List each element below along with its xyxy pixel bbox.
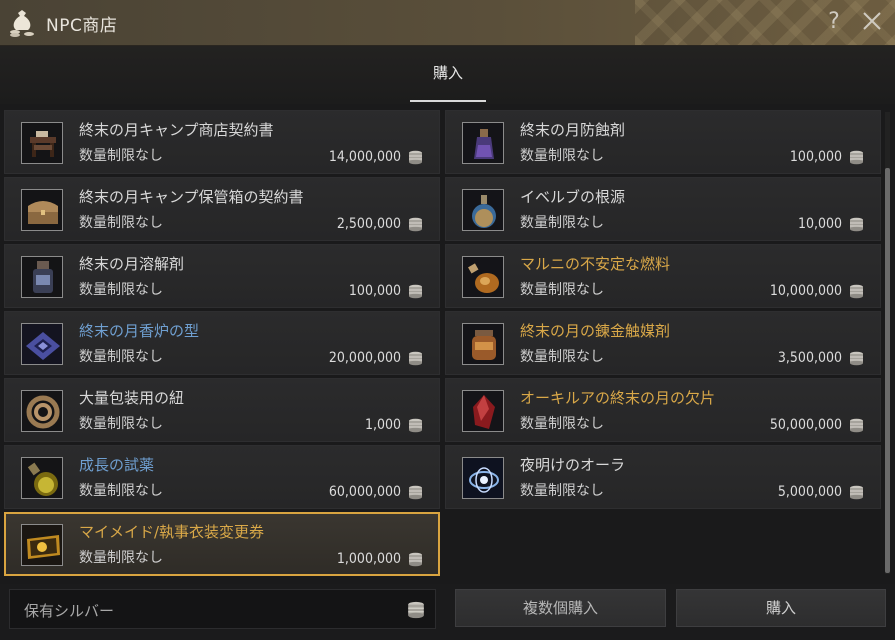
- mold-icon: [21, 323, 63, 365]
- item-price: 50,000,000: [769, 417, 842, 433]
- shop-item[interactable]: 終末の月防蝕剤 数量制限なし 100,000: [445, 110, 881, 174]
- silver-coin-icon: [409, 552, 422, 567]
- catalyst-jar-icon: [462, 323, 504, 365]
- tab-active-indicator: [410, 100, 486, 102]
- item-name: 終末の月香炉の型: [79, 322, 200, 340]
- shop-item[interactable]: 成長の試薬 数量制限なし 60,000,000: [4, 445, 440, 509]
- item-limit: 数量制限なし: [79, 483, 163, 499]
- silver-coin-icon: [850, 217, 863, 232]
- item-name: マルニの不安定な燃料: [520, 255, 671, 273]
- item-name: 終末の月キャンプ保管箱の契約書: [79, 188, 304, 206]
- item-name: 終末の月防蝕剤: [520, 121, 626, 139]
- silver-coin-icon: [409, 351, 422, 366]
- tab-purchase[interactable]: 購入: [410, 62, 486, 102]
- potion-bottle-icon: [462, 122, 504, 164]
- shop-item[interactable]: 夜明けのオーラ 数量制限なし 5,000,000: [445, 445, 881, 509]
- silver-coin-icon: [409, 418, 422, 433]
- silver-coin-icon: [850, 150, 863, 165]
- shop-item-selected[interactable]: マイメイド/執事衣装変更券 数量制限なし 1,000,000: [4, 512, 440, 576]
- item-name: マイメイド/執事衣装変更券: [79, 523, 265, 541]
- title-bar: NPC商店 ?: [0, 0, 895, 46]
- fuel-flask-icon: [462, 256, 504, 298]
- item-price: 5,000,000: [777, 484, 842, 500]
- storage-chest-icon: [21, 189, 63, 231]
- shop-item[interactable]: イベルブの根源 数量制限なし 10,000: [445, 177, 881, 241]
- item-price: 20,000,000: [328, 350, 401, 366]
- silver-coin-icon: [409, 150, 422, 165]
- item-price: 10,000: [797, 216, 842, 232]
- silver-coin-icon: [408, 601, 424, 619]
- item-limit: 数量制限なし: [520, 416, 604, 432]
- item-name: 大量包装用の紐: [79, 389, 185, 407]
- silver-balance-box: 保有シルバー: [9, 589, 436, 629]
- shop-item[interactable]: 終末の月の錬金触媒剤 数量制限なし 3,500,000: [445, 311, 881, 375]
- item-name: オーキルアの終末の月の欠片: [520, 389, 716, 407]
- buy-button[interactable]: 購入: [676, 589, 886, 627]
- title-bar-decoration: [635, 0, 895, 45]
- window-title: NPC商店: [46, 16, 118, 36]
- shop-item[interactable]: 終末の月キャンプ商店契約書 数量制限なし 14,000,000: [4, 110, 440, 174]
- ticket-icon: [21, 524, 63, 566]
- item-name: 終末の月溶解剤: [79, 255, 185, 273]
- red-crystal-icon: [462, 390, 504, 432]
- item-price: 2,500,000: [336, 216, 401, 232]
- item-limit: 数量制限なし: [79, 148, 163, 164]
- close-icon[interactable]: [860, 8, 884, 34]
- item-price: 10,000,000: [769, 283, 842, 299]
- silver-coin-icon: [409, 284, 422, 299]
- item-name: 成長の試薬: [79, 456, 155, 474]
- item-price: 14,000,000: [328, 149, 401, 165]
- item-price: 3,500,000: [777, 350, 842, 366]
- scrollbar-track[interactable]: [885, 112, 890, 574]
- item-price: 100,000: [789, 149, 842, 165]
- desk-icon: [21, 122, 63, 164]
- item-list: 終末の月キャンプ商店契約書 数量制限なし 14,000,000 終末の月防蝕剤 …: [0, 106, 895, 584]
- shop-item[interactable]: マルニの不安定な燃料 数量制限なし 10,000,000: [445, 244, 881, 308]
- item-limit: 数量制限なし: [79, 215, 163, 231]
- jar-icon: [21, 256, 63, 298]
- shop-item[interactable]: 終末の月溶解剤 数量制限なし 100,000: [4, 244, 440, 308]
- item-limit: 数量制限なし: [79, 349, 163, 365]
- silver-coin-icon: [850, 485, 863, 500]
- silver-coin-icon: [409, 217, 422, 232]
- silver-coin-icon: [409, 485, 422, 500]
- multi-buy-button[interactable]: 複数個購入: [455, 589, 666, 627]
- footer: 保有シルバー 複数個購入 購入: [0, 584, 895, 640]
- item-name: イベルブの根源: [520, 188, 626, 206]
- scrollbar-thumb[interactable]: [885, 168, 890, 573]
- item-limit: 数量制限なし: [520, 215, 604, 231]
- reagent-flask-icon: [21, 457, 63, 499]
- shop-item[interactable]: 大量包装用の紐 数量制限なし 1,000: [4, 378, 440, 442]
- rope-icon: [21, 390, 63, 432]
- item-price: 60,000,000: [328, 484, 401, 500]
- shop-item[interactable]: 終末の月香炉の型 数量制限なし 20,000,000: [4, 311, 440, 375]
- aura-icon: [462, 457, 504, 499]
- help-button[interactable]: ?: [824, 9, 844, 34]
- item-limit: 数量制限なし: [520, 282, 604, 298]
- silver-coin-icon: [850, 418, 863, 433]
- item-name: 終末の月の錬金触媒剤: [520, 322, 671, 340]
- silver-label: 保有シルバー: [24, 602, 115, 620]
- item-name: 終末の月キャンプ商店契約書: [79, 121, 274, 139]
- item-price: 1,000,000: [336, 551, 401, 567]
- shop-item[interactable]: オーキルアの終末の月の欠片 数量制限なし 50,000,000: [445, 378, 881, 442]
- item-limit: 数量制限なし: [79, 416, 163, 432]
- silver-coin-icon: [850, 351, 863, 366]
- item-limit: 数量制限なし: [520, 148, 604, 164]
- tab-bar: 購入: [0, 46, 895, 104]
- item-price: 100,000: [348, 283, 401, 299]
- item-limit: 数量制限なし: [79, 550, 163, 566]
- item-limit: 数量制限なし: [79, 282, 163, 298]
- item-name: 夜明けのオーラ: [520, 456, 626, 474]
- item-limit: 数量制限なし: [520, 349, 604, 365]
- item-limit: 数量制限なし: [520, 483, 604, 499]
- tab-purchase-label: 購入: [432, 64, 463, 82]
- money-bag-icon: [10, 10, 34, 37]
- flask-icon: [462, 189, 504, 231]
- silver-coin-icon: [850, 284, 863, 299]
- item-price: 1,000: [364, 417, 401, 433]
- shop-item[interactable]: 終末の月キャンプ保管箱の契約書 数量制限なし 2,500,000: [4, 177, 440, 241]
